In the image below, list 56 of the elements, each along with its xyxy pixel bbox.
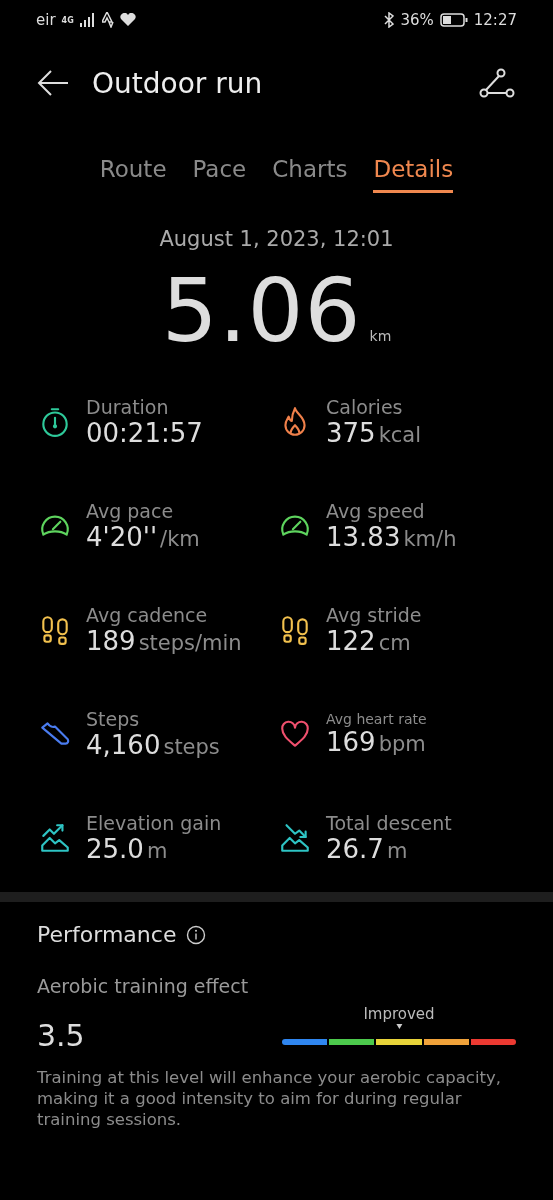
stat-label: Avg pace: [86, 500, 175, 522]
tab[interactable]: Route: [99, 156, 167, 193]
tab[interactable]: Details: [373, 156, 454, 193]
network-label: 4G: [61, 15, 74, 25]
heart-app-icon: [119, 13, 136, 27]
stat-unit: m: [146, 839, 168, 863]
stat-unit: km/h: [403, 527, 457, 551]
stat-value: 13.83: [326, 522, 401, 552]
distance-unit: km: [369, 328, 392, 344]
tab[interactable]: Charts: [272, 156, 348, 193]
tab[interactable]: Pace: [192, 156, 247, 193]
stat-label: Total descent: [326, 812, 452, 834]
stat-unit: steps/min: [138, 631, 242, 655]
page-title: Outdoor run: [92, 66, 264, 100]
clock: 12:27: [473, 11, 517, 29]
battery-icon: [439, 13, 468, 27]
stat-value: 4,160: [86, 730, 161, 760]
stat-unit: m: [386, 839, 408, 863]
stat-label: Calories: [326, 396, 404, 418]
stat-unit: bpm: [378, 732, 426, 756]
stat-value: 26.7: [326, 834, 384, 864]
carrier-label: eir: [36, 11, 56, 29]
stat-value: 169: [326, 727, 376, 757]
stat-label: Steps: [86, 708, 141, 730]
stat-label: Avg stride: [326, 604, 422, 626]
stat-unit: kcal: [378, 423, 422, 447]
stat-value: 00:21:57: [86, 418, 203, 448]
bluetooth-icon: [384, 12, 395, 28]
route-share-icon[interactable]: [479, 68, 515, 98]
stat-unit: cm: [378, 631, 411, 655]
stat-unit: /km: [160, 527, 200, 551]
rating-label: Improved: [363, 1005, 435, 1023]
description-text: Training at this level will enhance your aerobic capacity, making it a good intensity to aim for during regular training sessions.: [37, 1067, 502, 1130]
mountain-up-icon: [38, 821, 72, 855]
stat-value: 122: [326, 626, 376, 656]
stat-label: Avg cadence: [86, 604, 209, 626]
stat-value: 25.0: [86, 834, 144, 864]
stat-unit: steps: [163, 735, 220, 759]
stat-label: Elevation gain: [86, 812, 222, 834]
workout-date: August 1, 2023, 12:01: [158, 227, 395, 251]
section-title: Performance: [37, 922, 177, 947]
training-effect-score: 3.5: [37, 1018, 85, 1053]
signal-icon: [79, 13, 96, 27]
distance-value: 5.06: [161, 259, 362, 362]
stat-value: 375: [326, 418, 376, 448]
stat-label: Avg speed: [326, 500, 426, 522]
stat-value: 189: [86, 626, 136, 656]
stat-label: Duration: [86, 396, 170, 418]
battery-percent: 36%: [400, 11, 434, 29]
marker-icon: [396, 1024, 402, 1029]
stat-label: Avg heart rate: [326, 711, 427, 727]
back-arrow-icon[interactable]: [36, 69, 70, 97]
info-icon[interactable]: [186, 924, 207, 945]
stat-value: 4'20'': [86, 522, 158, 552]
metric-label: Aerobic training effect: [37, 975, 250, 997]
mountain-down-icon: [278, 821, 312, 855]
